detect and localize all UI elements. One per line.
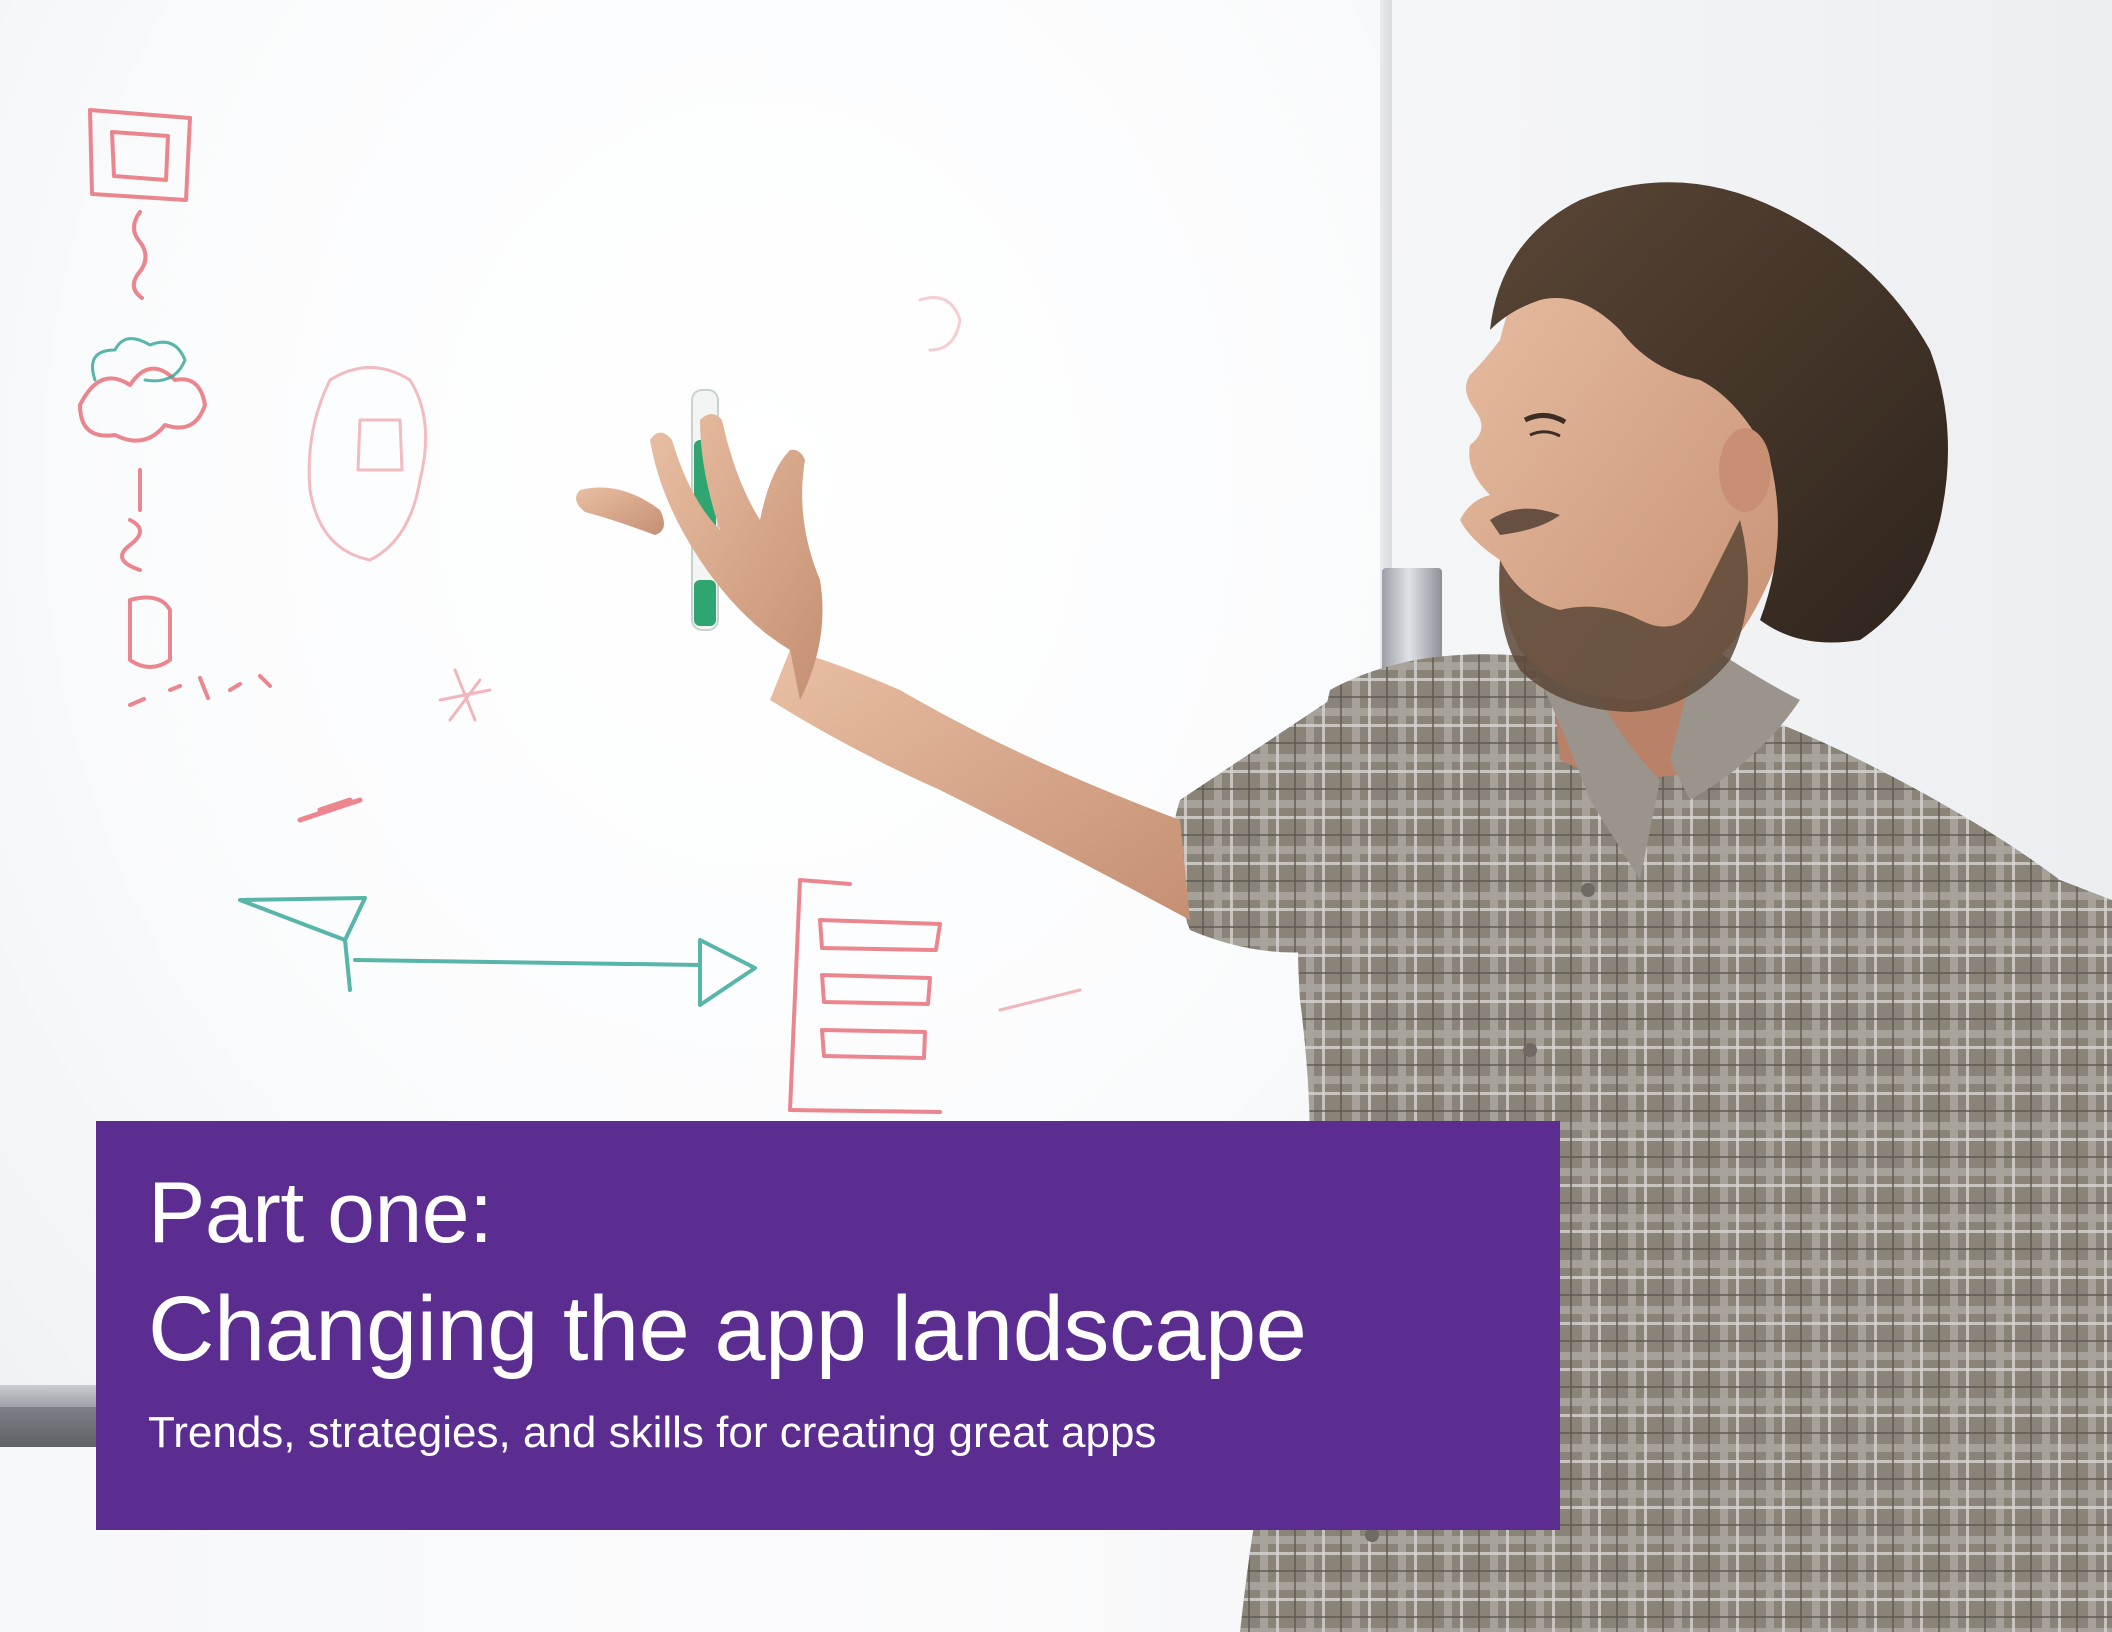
title-block: Part one: Changing the app landscape Tre…	[96, 1121, 1560, 1530]
cover-subtitle: Trends, strategies, and skills for creat…	[148, 1408, 1157, 1457]
cover-headline: Changing the app landscape	[148, 1278, 1307, 1380]
section-kicker: Part one:	[148, 1165, 493, 1261]
cover-page: Part one: Changing the app landscape Tre…	[0, 0, 2112, 1632]
